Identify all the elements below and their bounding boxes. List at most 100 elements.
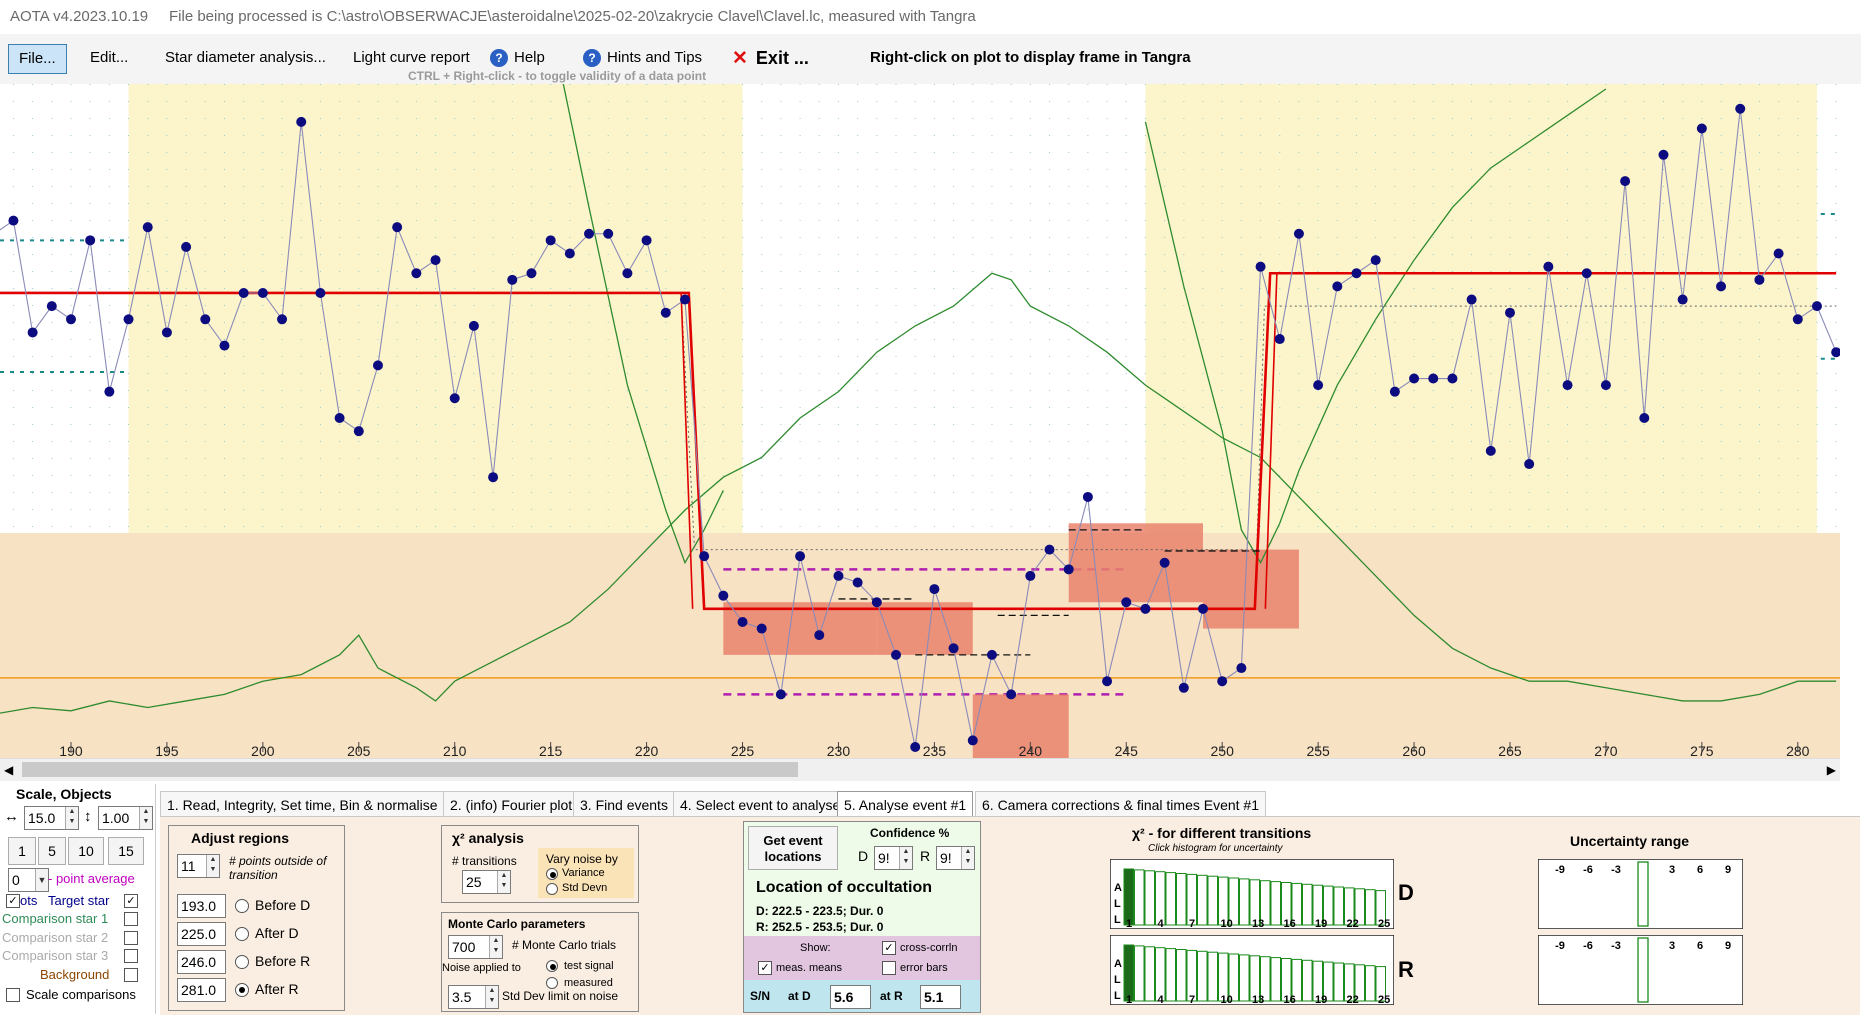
edit-menu[interactable]: Edit...	[90, 44, 128, 72]
confidence-label: Confidence %	[870, 826, 950, 840]
get-event-locations-button[interactable]: Get event locations	[748, 826, 838, 870]
data-point	[411, 268, 422, 279]
zoom-15-button[interactable]: 15	[108, 837, 144, 865]
data-point	[1466, 294, 1477, 305]
data-point	[1370, 255, 1381, 266]
vertical-scale-input[interactable]: 1.00 ▲ ▼	[98, 806, 153, 830]
chi2-histogram-title: χ² - for different transitions	[1132, 825, 1312, 841]
monte-carlo-title: Monte Carlo parameters	[448, 917, 586, 931]
variance-radio[interactable]	[546, 868, 558, 880]
uncertainty-tick-label: -6	[1583, 864, 1593, 876]
monte-carlo-trials-input[interactable]: 700 ▲ ▼	[448, 935, 503, 959]
uncertainty-range-d[interactable]: -9-6-30369	[1538, 859, 1743, 929]
comparison-star-3-checkbox[interactable]	[124, 949, 138, 963]
tab-find-events[interactable]: 3. Find events	[573, 791, 675, 818]
transitions-input[interactable]: 25 ▲ ▼	[462, 870, 511, 894]
dots-checkbox[interactable]: ✓	[6, 894, 20, 908]
measured-radio[interactable]	[546, 977, 558, 989]
chevron-down-icon: ▼	[35, 869, 48, 891]
light-curve-report-menu[interactable]: Light curve report	[353, 44, 470, 72]
comparison-star-3-label: Comparison star 3	[2, 948, 109, 963]
sn-at-r-label: at R	[880, 989, 903, 1003]
data-point	[1159, 557, 1170, 568]
points-outside-input[interactable]: 11 ▲ ▼	[177, 854, 220, 878]
after-d-radio[interactable]	[235, 927, 249, 941]
data-point	[699, 551, 710, 562]
star-diameter-menu[interactable]: Star diameter analysis...	[165, 44, 326, 72]
data-point	[622, 268, 633, 279]
light-curve-plot[interactable]: 190 195 200 205 210 215 220 225 230 235 240 245 250 2…	[0, 84, 1840, 758]
scroll-left-icon[interactable]: ◀	[4, 763, 13, 777]
std-devn-radio[interactable]	[546, 883, 558, 895]
tab-fourier-plot[interactable]: 2. (info) Fourier plot	[443, 791, 580, 818]
comparison-star-1-checkbox[interactable]	[124, 912, 138, 926]
histogram-bar	[1270, 881, 1281, 926]
tab-select-event[interactable]: 4. Select event to analyse	[673, 791, 848, 818]
exit-menu[interactable]: ✕ Exit ...	[732, 44, 809, 72]
help-menu[interactable]: ? Help	[490, 44, 545, 72]
histogram-axis-label: 13	[1252, 994, 1264, 1005]
horizontal-scale-input[interactable]: 15.0 ▲ ▼	[24, 806, 79, 830]
confidence-r-input[interactable]: 9! ▲ ▼	[936, 846, 975, 870]
uncertainty-range-r[interactable]: -9-6-30369	[1538, 935, 1743, 1005]
chi2-histogram-d[interactable]: ALL 1 4 7 10 13 16 19 22 25	[1110, 859, 1394, 929]
file-menu[interactable]: File...	[8, 44, 67, 74]
histogram-axis-label: 16	[1284, 994, 1296, 1005]
chi2-analysis-title: χ² analysis	[452, 830, 524, 846]
x-tick-label: 270	[1594, 743, 1618, 758]
data-point	[430, 255, 441, 266]
test-signal-radio[interactable]	[546, 960, 558, 972]
background-label: Background	[40, 967, 110, 982]
scale-comparisons-checkbox[interactable]	[6, 988, 20, 1002]
chi2-histogram-r[interactable]: ALL 1 4 7 10 13 16 19 22 25	[1110, 935, 1394, 1005]
zoom-5-button[interactable]: 5	[38, 837, 66, 865]
before-r-radio[interactable]	[235, 955, 249, 969]
error-bars-checkbox[interactable]	[882, 961, 896, 975]
data-point	[1447, 373, 1458, 384]
std-dev-limit-input[interactable]: 3.5 ▲ ▼	[448, 985, 499, 1009]
point-average-select[interactable]: 0 ▼	[8, 868, 49, 892]
after-r-radio[interactable]	[235, 983, 249, 997]
data-point	[334, 413, 345, 423]
after-r-input[interactable]: 281.0	[177, 978, 226, 1002]
x-tick-label: 255	[1306, 743, 1330, 758]
uncertainty-tick-label: -6	[1583, 940, 1593, 952]
uncertainty-bar	[1637, 937, 1649, 1003]
histogram-bar	[1123, 944, 1134, 1002]
x-tick-label: 280	[1786, 743, 1810, 758]
after-d-input[interactable]: 225.0	[177, 922, 226, 946]
cross-correlation-checkbox[interactable]: ✓	[882, 941, 896, 955]
plot-scrollbar[interactable]: ◀ ▶	[0, 758, 1840, 781]
meas-means-checkbox[interactable]: ✓	[758, 961, 772, 975]
scroll-right-icon[interactable]: ▶	[1827, 763, 1836, 777]
data-point	[1082, 491, 1093, 502]
scale-objects-title: Scale, Objects	[16, 786, 112, 802]
histogram-axis-label: 1	[1126, 994, 1132, 1005]
scroll-thumb[interactable]	[22, 762, 798, 777]
tab-read-integrity[interactable]: 1. Read, Integrity, Set time, Bin & norm…	[160, 791, 445, 818]
signal-to-noise-box: S/N at D 5.6 at R 5.1	[744, 980, 980, 1012]
zoom-10-button[interactable]: 10	[68, 837, 104, 865]
hints-menu[interactable]: ? Hints and Tips	[583, 44, 702, 72]
histogram-axis-label: 1	[1126, 918, 1132, 929]
data-point	[449, 393, 460, 404]
data-point	[296, 116, 307, 127]
histogram-bar	[1270, 957, 1281, 1002]
before-d-input[interactable]: 193.0	[177, 894, 226, 918]
before-d-radio[interactable]	[235, 899, 249, 913]
before-r-input[interactable]: 246.0	[177, 950, 226, 974]
data-point	[1274, 334, 1285, 345]
target-star-checkbox[interactable]: ✓	[124, 894, 138, 908]
zoom-1-button[interactable]: 1	[8, 837, 36, 865]
error-bars-label: error bars	[900, 962, 948, 974]
background-checkbox[interactable]	[124, 968, 138, 982]
target-star-label: Target star	[48, 893, 110, 908]
r-location-text: R: 252.5 - 253.5; Dur. 0	[756, 920, 884, 934]
histogram-bar	[1155, 947, 1166, 1002]
x-tick-label: 230	[827, 743, 851, 758]
tab-camera-corrections[interactable]: 6. Camera corrections & final times Even…	[975, 791, 1267, 818]
tab-analyse-event[interactable]: 5. Analyse event #1	[837, 791, 974, 818]
histogram-bar	[1123, 868, 1134, 926]
comparison-star-2-checkbox[interactable]	[124, 931, 138, 945]
confidence-d-input[interactable]: 9! ▲ ▼	[874, 846, 913, 870]
